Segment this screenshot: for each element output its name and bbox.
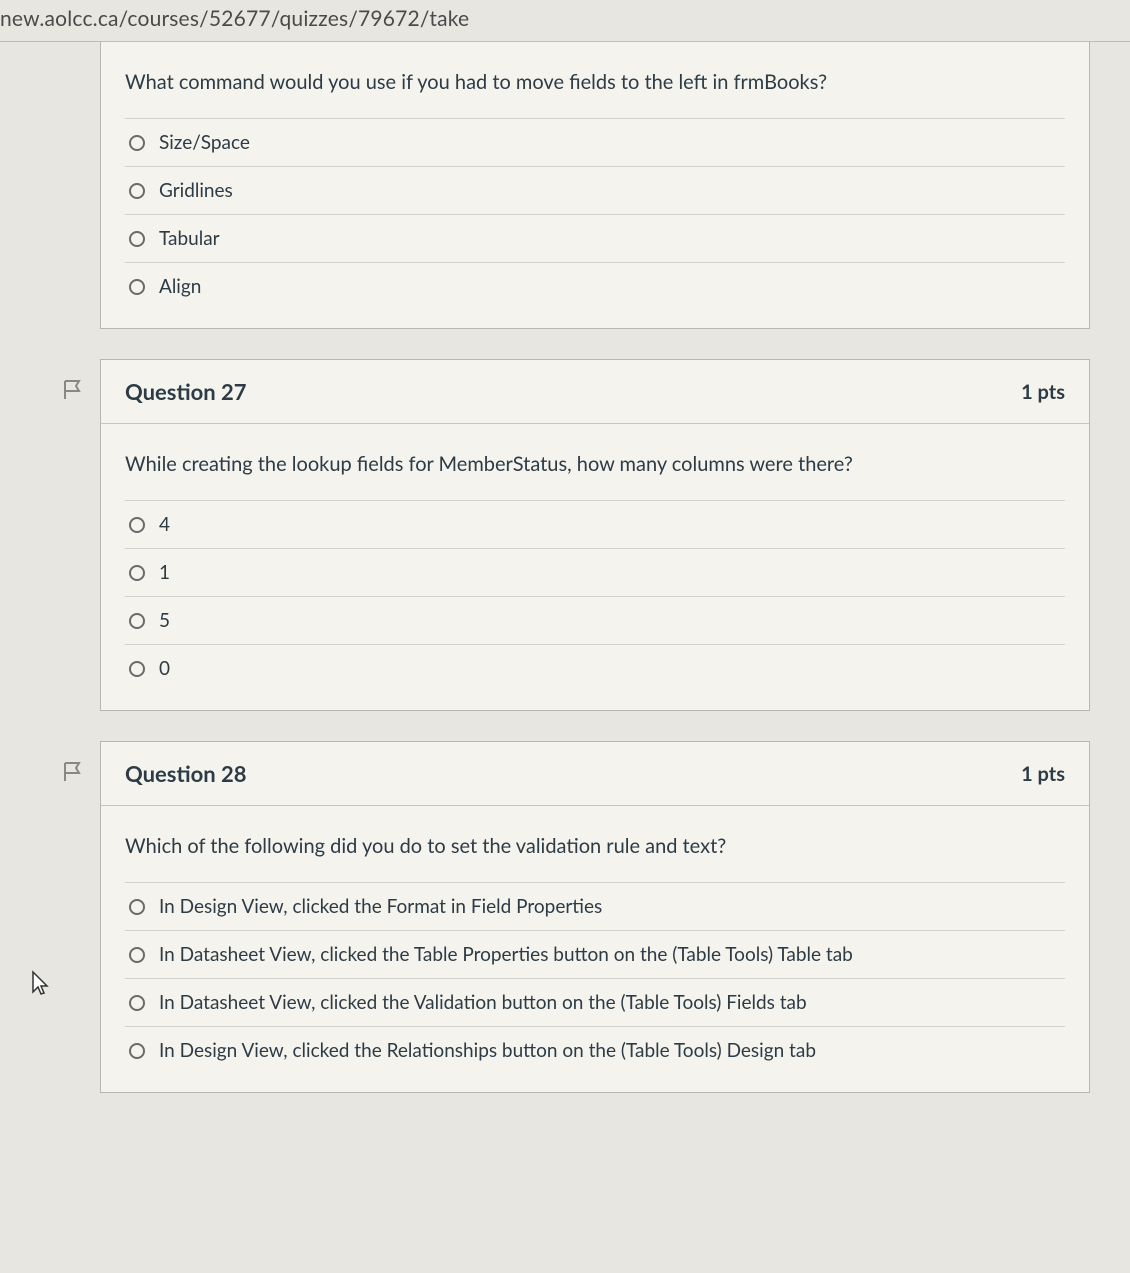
option-label: Size/Space: [159, 131, 250, 154]
option-row[interactable]: 0: [125, 644, 1065, 692]
question-title: Question 27: [125, 378, 247, 405]
option-row[interactable]: Align: [125, 262, 1065, 310]
question-card-28: Question 28 1 pts Which of the following…: [100, 741, 1090, 1093]
quiz-content: What command would you use if you had to…: [0, 42, 1130, 1163]
option-row[interactable]: In Datasheet View, clicked the Validatio…: [125, 978, 1065, 1026]
option-label: 0: [159, 657, 170, 680]
question-points: 1 pts: [1021, 380, 1065, 404]
option-row[interactable]: In Design View, clicked the Relationship…: [125, 1026, 1065, 1074]
option-label: In Design View, clicked the Relationship…: [159, 1039, 816, 1062]
radio-icon[interactable]: [129, 613, 145, 629]
question-card-27: Question 27 1 pts While creating the loo…: [100, 359, 1090, 711]
radio-icon[interactable]: [129, 899, 145, 915]
option-row[interactable]: In Design View, clicked the Format in Fi…: [125, 882, 1065, 930]
question-prompt: What command would you use if you had to…: [125, 68, 1065, 96]
option-row[interactable]: Gridlines: [125, 166, 1065, 214]
flag-icon[interactable]: [61, 760, 85, 784]
question-points: 1 pts: [1021, 762, 1065, 786]
radio-icon[interactable]: [129, 661, 145, 677]
radio-icon[interactable]: [129, 947, 145, 963]
question-card-26: What command would you use if you had to…: [100, 42, 1090, 329]
question-body: While creating the lookup fields for Mem…: [101, 424, 1089, 710]
option-row[interactable]: 1: [125, 548, 1065, 596]
option-label: Align: [159, 275, 201, 298]
question-header: Question 28 1 pts: [101, 742, 1089, 806]
question-body: What command would you use if you had to…: [101, 42, 1089, 328]
option-row[interactable]: 5: [125, 596, 1065, 644]
option-label: 4: [159, 513, 170, 536]
flag-icon[interactable]: [61, 378, 85, 402]
question-header: Question 27 1 pts: [101, 360, 1089, 424]
radio-icon[interactable]: [129, 565, 145, 581]
radio-icon[interactable]: [129, 1043, 145, 1059]
option-label: 1: [159, 561, 170, 584]
option-row[interactable]: Size/Space: [125, 118, 1065, 166]
radio-icon[interactable]: [129, 183, 145, 199]
option-label: In Datasheet View, clicked the Table Pro…: [159, 943, 853, 966]
url-text: new.aolcc.ca/courses/52677/quizzes/79672…: [0, 6, 469, 31]
radio-icon[interactable]: [129, 135, 145, 151]
radio-icon[interactable]: [129, 517, 145, 533]
question-title: Question 28: [125, 760, 247, 787]
question-body: Which of the following did you do to set…: [101, 806, 1089, 1092]
option-label: Tabular: [159, 227, 220, 250]
option-label: In Design View, clicked the Format in Fi…: [159, 895, 602, 918]
radio-icon[interactable]: [129, 231, 145, 247]
option-label: In Datasheet View, clicked the Validatio…: [159, 991, 807, 1014]
radio-icon[interactable]: [129, 279, 145, 295]
address-bar[interactable]: new.aolcc.ca/courses/52677/quizzes/79672…: [0, 0, 1130, 42]
option-label: 5: [159, 609, 170, 632]
question-prompt: Which of the following did you do to set…: [125, 832, 1065, 860]
option-row[interactable]: 4: [125, 500, 1065, 548]
option-row[interactable]: In Datasheet View, clicked the Table Pro…: [125, 930, 1065, 978]
option-row[interactable]: Tabular: [125, 214, 1065, 262]
question-prompt: While creating the lookup fields for Mem…: [125, 450, 1065, 478]
option-label: Gridlines: [159, 179, 233, 202]
radio-icon[interactable]: [129, 995, 145, 1011]
